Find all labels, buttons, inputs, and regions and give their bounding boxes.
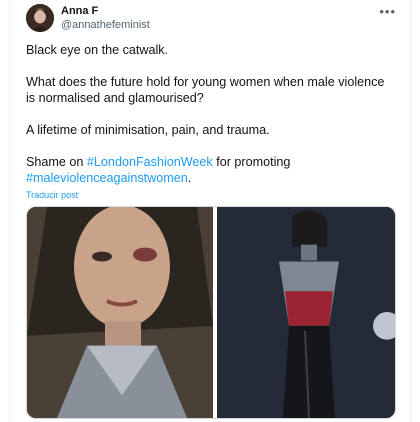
photo-model-closeup[interactable] xyxy=(27,207,213,418)
avatar[interactable] xyxy=(26,4,54,32)
translate-post-link[interactable]: Traducir post xyxy=(26,190,78,200)
tweet-line-4-prefix: Shame on xyxy=(26,155,87,169)
tweet-line-1: Black eye on the catwalk. xyxy=(26,43,169,57)
tweet-line-4-suffix: . xyxy=(187,171,192,185)
hashtag-male-violence[interactable]: #maleviolenceagainstwomen xyxy=(26,171,188,185)
tweet-line-4: Shame on #LondonFashionWeek for promotin… xyxy=(26,154,396,186)
media-grid xyxy=(26,206,396,419)
tweet-line-3: A lifetime of minimisation, pain, and tr… xyxy=(26,123,270,137)
user-handle[interactable]: @annathefeminist xyxy=(61,18,150,32)
tweet-text: Black eye on the catwalk. What does the … xyxy=(26,42,396,186)
tweet-line-4-mid: for promoting xyxy=(212,155,291,169)
photo-model-runway[interactable] xyxy=(217,207,395,418)
tweet-line-2: What does the future hold for young wome… xyxy=(26,75,385,105)
more-horizontal-icon[interactable]: ••• xyxy=(379,4,396,19)
author-names: Anna F @annathefeminist xyxy=(61,4,150,32)
tweet-card: Anna F @annathefeminist ••• Black eye on… xyxy=(9,0,411,422)
hashtag-london-fashion-week[interactable]: #LondonFashionWeek xyxy=(87,155,213,169)
tweet-header: Anna F @annathefeminist ••• xyxy=(26,4,396,34)
display-name[interactable]: Anna F xyxy=(61,4,150,18)
